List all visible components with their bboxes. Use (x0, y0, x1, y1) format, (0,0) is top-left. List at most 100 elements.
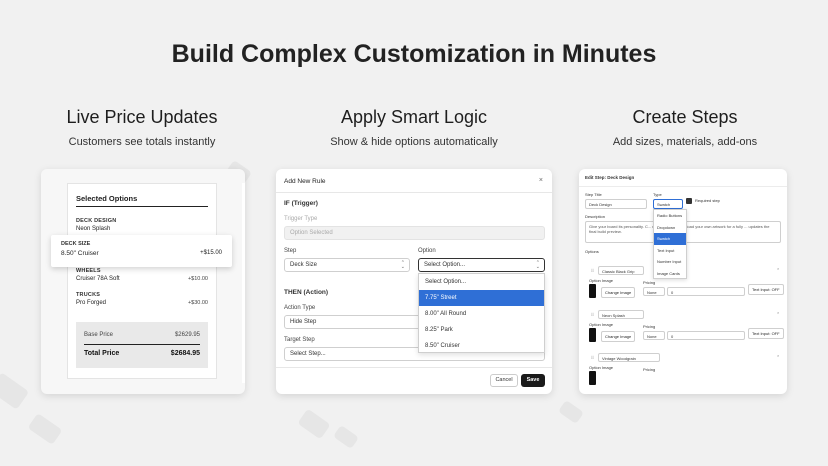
trigger-type-label: Trigger Type (284, 216, 318, 222)
selected-options-panel: Selected Options DECK DESIGN Neon Splash… (67, 183, 217, 379)
remove-option-icon[interactable]: × (777, 310, 779, 315)
page-headline: Build Complex Customization in Minutes (171, 40, 657, 68)
option-image-label: Option Image (589, 322, 614, 327)
dropdown-option[interactable]: Select Option... (419, 274, 544, 290)
action-type-label: Action Type (284, 305, 316, 311)
option-name-input[interactable]: Neon Splash (598, 310, 644, 319)
change-image-button[interactable]: Change Image (601, 287, 636, 298)
option-image-thumbnail (589, 284, 596, 298)
trigger-type-select[interactable]: Option Selected (284, 226, 545, 240)
trucks-price: +$30.00 (187, 300, 208, 306)
column-title-logic: Apply Smart Logic (340, 107, 488, 127)
type-label: Type (653, 192, 662, 197)
divider (84, 344, 200, 345)
type-option[interactable]: Image Cards (654, 268, 686, 280)
option-image-label: Option Image (589, 365, 614, 370)
wheels-value: Cruiser 78A Soft (76, 276, 120, 282)
option-label: Option (418, 248, 436, 254)
option-name-input[interactable]: Classic Black Grip (598, 266, 644, 275)
background-shape (557, 399, 585, 425)
background-shape (0, 372, 30, 410)
background-shape (332, 424, 360, 450)
step-select[interactable]: Deck Size ⌃ ⌄ (284, 258, 410, 272)
step-label: Step (284, 248, 297, 254)
pricing-label: Pricing (643, 367, 656, 372)
total-price-value: $2684.95 (170, 350, 200, 357)
target-step-label: Target Step (284, 337, 315, 343)
option-image-thumbnail (589, 371, 596, 385)
pricing-value-input[interactable]: 0 (667, 287, 745, 296)
type-dropdown-menu: Radio Buttons Dropdown Swatch Text Input… (653, 209, 687, 279)
option-select[interactable]: Select Option... ⌃ ⌄ (418, 258, 545, 272)
column-title-steps: Create Steps (632, 107, 738, 127)
if-trigger-heading: IF (Trigger) (284, 200, 318, 207)
add-rule-dialog: Add New Rule × IF (Trigger) Trigger Type… (276, 169, 552, 394)
cancel-button[interactable]: Cancel (490, 374, 518, 387)
column-subtitle-logic: Show & hide options automatically (330, 136, 498, 148)
pricing-value-input[interactable]: 0 (667, 331, 745, 340)
deck-size-highlight: DECK SIZE 8.50" Cruiser +$15.00 (51, 235, 232, 267)
text-input-toggle[interactable]: Text Input: OFF (748, 284, 784, 295)
pricing-type-select[interactable]: None (643, 331, 665, 340)
step-title-input[interactable]: Deck Design (585, 199, 647, 209)
drag-handle-icon[interactable]: ⠿ (591, 268, 594, 273)
trucks-label: TRUCKS (76, 292, 101, 298)
step-select-value: Deck Size (290, 262, 318, 268)
drag-handle-icon[interactable]: ⠿ (591, 312, 594, 317)
dropdown-option[interactable]: 8.00" All Round (419, 306, 544, 322)
trucks-value: Pro Forged (76, 300, 107, 306)
divider (76, 206, 208, 207)
remove-option-icon[interactable]: × (777, 266, 779, 271)
option-dropdown-menu: Select Option... 7.75" Street 8.00" All … (418, 273, 545, 353)
step-title-label: Step Title (585, 192, 602, 197)
option-image-label: Option Image (589, 278, 614, 283)
chevron-updown-icon: ⌃ ⌄ (535, 260, 540, 270)
chevron-updown-icon: ⌃ ⌄ (400, 260, 405, 270)
type-select[interactable]: Swatch (653, 199, 683, 209)
type-option[interactable]: Number Input (654, 256, 686, 268)
selected-options-heading: Selected Options (76, 194, 138, 203)
type-select-value: Swatch (657, 202, 671, 207)
wheels-price: +$10.00 (187, 276, 208, 282)
price-preview-card: Selected Options DECK DESIGN Neon Splash… (41, 169, 245, 394)
column-title-price: Live Price Updates (66, 107, 218, 127)
save-button[interactable]: Save (521, 374, 545, 387)
then-action-heading: THEN (Action) (284, 289, 329, 296)
deck-size-value: 8.50" Cruiser (61, 250, 99, 257)
dropdown-option[interactable]: 8.50" Cruiser (419, 338, 544, 354)
type-option[interactable]: Dropdown (654, 222, 686, 234)
divider (276, 367, 552, 368)
checkbox-checked-icon[interactable] (686, 198, 692, 204)
side-panel-edge (242, 183, 245, 383)
background-shape (27, 413, 63, 445)
option-name-input[interactable]: Vintage Woodgrain (598, 353, 660, 362)
option-select-value: Select Option... (424, 262, 466, 268)
base-price-label: Base Price (84, 332, 114, 338)
change-image-button[interactable]: Change Image (601, 331, 636, 342)
type-option[interactable]: Radio Buttons (654, 210, 686, 222)
text-input-toggle[interactable]: Text Input: OFF (748, 328, 784, 339)
close-icon[interactable]: × (539, 177, 543, 184)
drag-handle-icon[interactable]: ⠿ (591, 355, 594, 360)
description-label: Description (585, 214, 606, 219)
column-subtitle-steps: Add sizes, materials, add-ons (612, 136, 758, 148)
wheels-label: WHEELS (76, 268, 101, 274)
dropdown-option[interactable]: 8.25" Park (419, 322, 544, 338)
column-subtitle-price: Customers see totals instantly (68, 136, 216, 148)
divider (276, 192, 552, 193)
dropdown-option-selected[interactable]: 7.75" Street (419, 290, 544, 306)
pricing-label: Pricing (643, 324, 656, 329)
deck-size-price: +$15.00 (200, 250, 222, 256)
type-option-selected[interactable]: Swatch (654, 233, 686, 245)
base-price-value: $2629.95 (174, 332, 200, 338)
type-option[interactable]: Text Input (654, 245, 686, 257)
deck-design-label: DECK DESIGN (76, 218, 117, 224)
pricing-type-select[interactable]: None (643, 287, 665, 296)
edit-step-card: Edit Step: Deck Design Step Title Deck D… (579, 169, 787, 394)
option-image-thumbnail (589, 328, 596, 342)
divider (579, 186, 787, 187)
deck-design-value: Neon Splash (76, 226, 111, 232)
dialog-title: Add New Rule (284, 178, 326, 185)
remove-option-icon[interactable]: × (777, 353, 779, 358)
background-shape (297, 408, 331, 440)
